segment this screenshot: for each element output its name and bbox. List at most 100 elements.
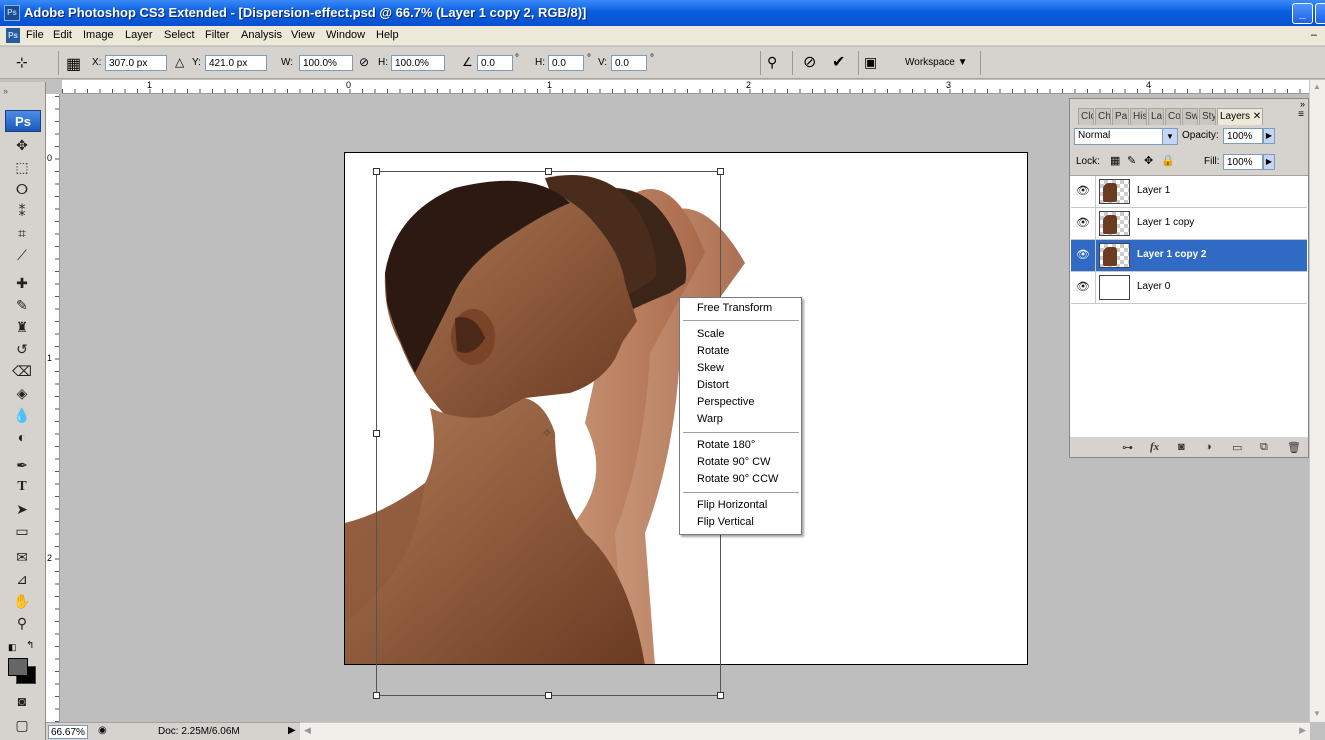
delete-layer-icon[interactable]: 🗑 [1287, 441, 1301, 454]
scroll-down-icon[interactable]: ▼ [1313, 709, 1321, 718]
foreground-color-swatch[interactable] [8, 658, 28, 676]
menu-edit[interactable]: Edit [53, 29, 72, 41]
menu-view[interactable]: View [291, 29, 315, 41]
visibility-eye-icon[interactable]: 👁 [1075, 280, 1091, 294]
type-icon[interactable]: T [12, 478, 32, 496]
path-selection-icon[interactable]: ➤ [12, 500, 32, 518]
tab-styles[interactable]: Sty [1199, 108, 1216, 125]
menu-rotate-90-cw[interactable]: Rotate 90° CW [697, 456, 770, 468]
tab-clone-source[interactable]: Clo [1078, 108, 1094, 125]
pen-icon[interactable]: ✒ [12, 456, 32, 474]
document-icon[interactable]: Ps [6, 28, 20, 43]
transform-handle-bottom-center[interactable] [545, 692, 552, 699]
dodge-icon[interactable]: ◐ [12, 428, 32, 446]
rectangle-icon[interactable]: ▭ [12, 522, 32, 540]
blur-icon[interactable]: 💧 [12, 406, 32, 424]
notes-icon[interactable]: ✉ [12, 548, 32, 566]
slice-icon[interactable]: ⟋ [12, 246, 32, 264]
menu-flip-horizontal[interactable]: Flip Horizontal [697, 499, 767, 511]
tab-layer-comps[interactable]: La [1148, 108, 1164, 125]
marquee-icon[interactable]: ⬚ [12, 158, 32, 176]
opacity-slider-arrow[interactable]: ▶ [1263, 128, 1275, 144]
menu-scale[interactable]: Scale [697, 328, 725, 340]
menu-warp[interactable]: Warp [697, 413, 723, 425]
height-field[interactable] [391, 55, 445, 71]
menu-perspective[interactable]: Perspective [697, 396, 754, 408]
x-field[interactable] [105, 55, 167, 71]
collapse-icon[interactable]: » [3, 86, 8, 96]
fill-slider-arrow[interactable]: ▶ [1263, 154, 1275, 170]
tab-layers[interactable]: Layers ✕ [1217, 108, 1263, 125]
menu-layer[interactable]: Layer [125, 29, 153, 41]
lock-transparent-icon[interactable]: ▦ [1110, 154, 1120, 167]
move-icon[interactable]: ✥ [12, 136, 32, 154]
cancel-transform-icon[interactable]: ⊘ [803, 52, 816, 72]
history-brush-icon[interactable]: ↺ [12, 340, 32, 358]
healing-brush-icon[interactable]: ✚ [12, 274, 32, 292]
scroll-up-icon[interactable]: ▲ [1313, 82, 1321, 91]
menu-select[interactable]: Select [164, 29, 195, 41]
minimize-button[interactable]: _ [1292, 3, 1313, 24]
layer-row[interactable]: 👁 Layer 0 [1071, 272, 1307, 304]
status-menu-arrow-icon[interactable]: ▶ [288, 725, 296, 736]
tab-channels[interactable]: Ch [1095, 108, 1111, 125]
scroll-right-icon[interactable]: ▶ [1299, 725, 1306, 736]
vertical-scrollbar[interactable]: ▲ ▼ [1309, 80, 1325, 722]
visibility-eye-icon[interactable]: 👁 [1075, 216, 1091, 230]
transform-handle-bottom-right[interactable] [717, 692, 724, 699]
opacity-field[interactable] [1223, 128, 1263, 144]
layer-row[interactable]: 👁 Layer 1 [1071, 176, 1307, 208]
lasso-icon[interactable]: ⵔ [12, 180, 32, 198]
clone-stamp-icon[interactable]: ♜ [12, 318, 32, 336]
quick-mask-icon[interactable]: ◙ [12, 692, 32, 710]
zoom-field[interactable] [48, 725, 88, 739]
visibility-eye-icon[interactable]: 👁 [1075, 248, 1091, 262]
lock-image-icon[interactable]: ✎ [1127, 154, 1136, 167]
transform-center-icon[interactable]: ✧ [542, 426, 552, 440]
layer-style-icon[interactable]: fx [1150, 441, 1159, 453]
tab-swatches[interactable]: Sw [1182, 108, 1198, 125]
swap-colors-icon[interactable]: ↰ [26, 640, 34, 651]
menu-analysis[interactable]: Analysis [241, 29, 282, 41]
menu-skew[interactable]: Skew [697, 362, 724, 374]
transform-handle-middle-left[interactable] [373, 430, 380, 437]
visibility-eye-icon[interactable]: 👁 [1075, 184, 1091, 198]
bridge-icon[interactable]: ▣ [864, 54, 877, 71]
menu-window[interactable]: Window [326, 29, 365, 41]
default-colors-icon[interactable]: ◧ [8, 642, 17, 653]
eyedropper-icon[interactable]: ⊿ [12, 570, 32, 588]
new-group-icon[interactable]: ▭ [1232, 441, 1242, 454]
zoom-icon[interactable]: ⚲ [12, 614, 32, 632]
menu-file[interactable]: File [26, 29, 44, 41]
blend-mode-select[interactable]: Normal ▼ [1074, 128, 1178, 145]
y-field[interactable] [205, 55, 267, 71]
magic-wand-icon[interactable]: ⁑ [12, 202, 32, 220]
transform-handle-top-center[interactable] [545, 168, 552, 175]
crop-icon[interactable]: ⌗ [12, 224, 32, 242]
chevron-down-icon[interactable]: ▼ [1162, 129, 1177, 144]
width-field[interactable] [299, 55, 353, 71]
scroll-left-icon[interactable]: ◀ [304, 725, 311, 736]
tab-color[interactable]: Co [1165, 108, 1181, 125]
new-layer-icon[interactable]: ⧉ [1260, 441, 1268, 454]
lock-position-icon[interactable]: ✥ [1144, 154, 1153, 167]
layer-row[interactable]: 👁 Layer 1 copy [1071, 208, 1307, 240]
menu-rotate-180[interactable]: Rotate 180° [697, 439, 755, 451]
hand-icon[interactable]: ✋ [12, 592, 32, 610]
panel-menu-icon[interactable]: ≡ [1298, 109, 1304, 120]
transform-handle-bottom-left[interactable] [373, 692, 380, 699]
adjustment-layer-icon[interactable]: ◑ [1205, 441, 1212, 453]
tool-preset-icon[interactable]: ⊹ [16, 54, 28, 71]
maximize-button[interactable] [1315, 3, 1325, 24]
lock-all-icon[interactable]: 🔒 [1161, 154, 1175, 167]
close-tab-icon[interactable]: ✕ [1253, 111, 1261, 122]
brush-icon[interactable]: ✎ [12, 296, 32, 314]
delta-icon[interactable]: △ [175, 55, 184, 69]
document-minimize-button[interactable]: – [1311, 29, 1317, 41]
layer-row-selected[interactable]: 👁 Layer 1 copy 2 [1071, 240, 1307, 272]
horizontal-scrollbar[interactable]: ◀ ▶ [300, 722, 1310, 740]
menu-image[interactable]: Image [83, 29, 114, 41]
reference-point-icon[interactable]: ▦ [66, 54, 81, 74]
fill-field[interactable] [1223, 154, 1263, 170]
status-options-icon[interactable]: ◉ [98, 725, 107, 736]
